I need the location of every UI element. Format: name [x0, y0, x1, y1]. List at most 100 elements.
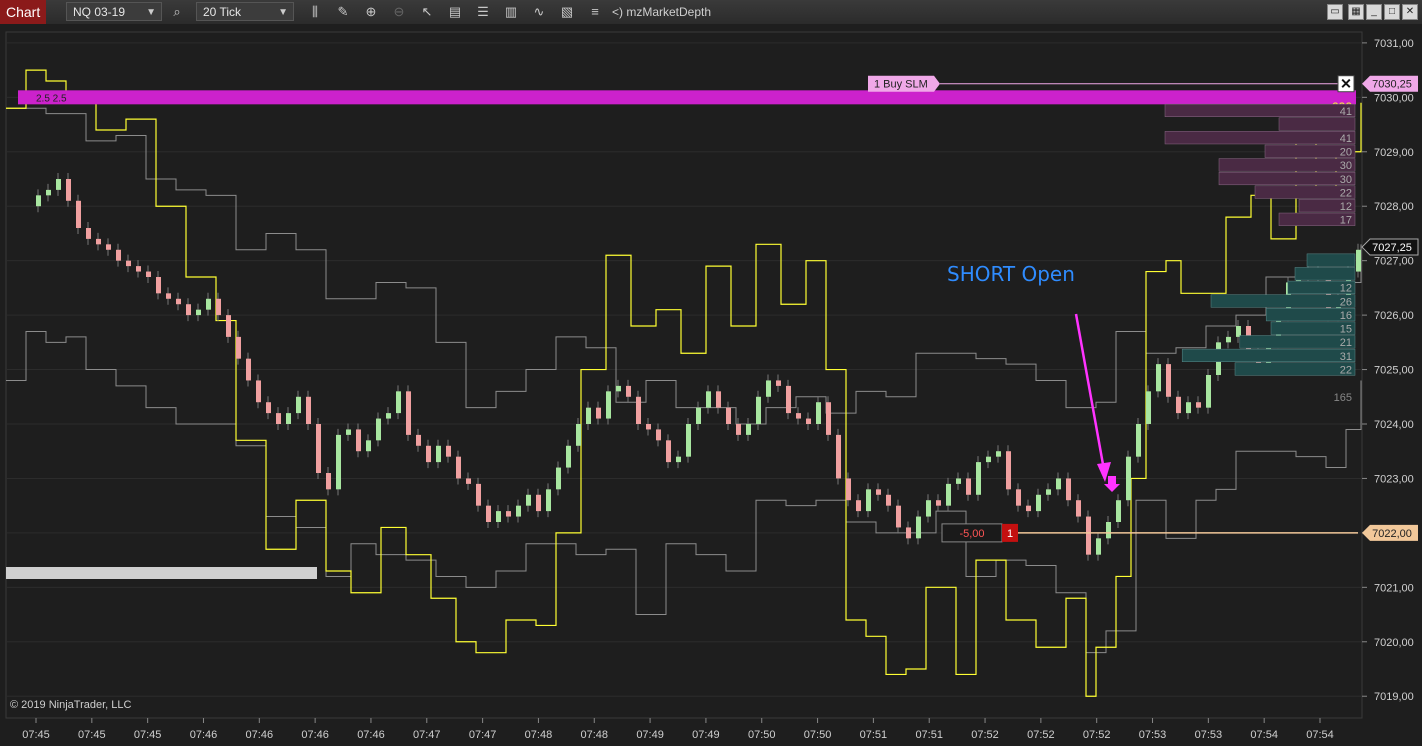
candle-up [196, 309, 201, 316]
candle-down [966, 478, 971, 495]
chart-tab[interactable]: Chart [0, 0, 46, 24]
ask-depth-size: 41 [1340, 106, 1352, 118]
maximize-icon[interactable]: □ [1384, 4, 1400, 20]
bid-depth-size: 12 [1340, 283, 1352, 295]
price-chart[interactable]: 7031,00 7030,00 7029,00 7028,00 7027,00 7026,… [0, 24, 1422, 746]
ask-depth-bar [1218, 171, 1356, 186]
chevron-down-icon: ▼ [146, 7, 156, 18]
minimize-icon[interactable]: _ [1366, 4, 1382, 20]
bid-depth-bar [1239, 335, 1356, 349]
bid-depth-bar [1210, 294, 1356, 308]
ask-depth-size: 41 [1340, 133, 1352, 145]
candle-down [806, 418, 811, 424]
candle-up [286, 413, 291, 424]
x-tick-label: 07:45 [22, 729, 50, 741]
bid-depth-bar [1294, 267, 1356, 281]
window-tile-icon[interactable]: ▭ [1327, 4, 1343, 20]
x-tick-label: 07:46 [357, 729, 385, 741]
candle-up [1146, 391, 1151, 424]
candle-up [376, 418, 381, 441]
zoom-in-icon[interactable]: ⊕ [362, 3, 380, 21]
candle-up [1186, 402, 1191, 414]
candle-up [396, 391, 401, 414]
candle-down [1026, 505, 1031, 512]
candle-up [46, 189, 51, 196]
candle-down [246, 358, 251, 381]
y-tick-label: 7019,00 [1374, 691, 1414, 703]
bar-chart-icon[interactable]: ⫼ [306, 3, 324, 21]
candle-down [1076, 500, 1081, 517]
candle-up [1046, 489, 1051, 495]
candle-up [336, 434, 341, 490]
highlight-band-label: 2.5 2.5 [36, 93, 67, 104]
x-tick-label: 07:46 [190, 729, 218, 741]
list-icon[interactable]: ≡ [586, 3, 604, 21]
bid-depth-size: 26 [1340, 296, 1352, 308]
candle-up [676, 456, 681, 463]
depth-total-label: 165 [1334, 392, 1352, 404]
interval-selector[interactable]: 20 Tick ▼ [196, 2, 294, 21]
templates-icon[interactable]: ▧ [558, 3, 576, 21]
candle-down [316, 424, 321, 473]
pencil-icon[interactable]: ✎ [334, 3, 352, 21]
x-tick-label: 07:49 [636, 729, 664, 741]
candle-up [1056, 478, 1061, 490]
candle-down [156, 277, 161, 294]
properties-icon[interactable]: ☰ [474, 3, 492, 21]
y-tick-label: 7027,00 [1374, 256, 1414, 268]
candle-up [1226, 336, 1231, 343]
x-tick-label: 07:54 [1306, 729, 1334, 741]
candle-down [1066, 478, 1071, 501]
candle-down [356, 429, 361, 452]
candle-down [936, 500, 941, 506]
candle-down [886, 494, 891, 506]
candle-up [816, 402, 821, 424]
candle-down [146, 271, 151, 277]
price-marker-label: 7027,25 [1372, 242, 1412, 254]
price-marker-label: 7030,25 [1372, 79, 1412, 91]
copyright-text: © 2019 NinjaTrader, LLC [10, 699, 132, 711]
candle-down [856, 500, 861, 512]
candle-up [1156, 364, 1161, 392]
candle-up [586, 407, 591, 424]
close-icon: ✕ [1340, 76, 1352, 92]
candle-up [1356, 249, 1361, 272]
candle-down [826, 402, 831, 435]
x-tick-label: 07:48 [525, 729, 553, 741]
candle-down [536, 494, 541, 512]
grid-icon[interactable]: ▦ [1348, 4, 1364, 20]
candle-up [756, 396, 761, 424]
candle-up [696, 407, 701, 424]
candle-down [1196, 402, 1201, 408]
candle-up [986, 456, 991, 463]
x-tick-label: 07:45 [78, 729, 106, 741]
candle-up [706, 391, 711, 408]
strategies-icon[interactable]: ∿ [530, 3, 548, 21]
data-box-icon[interactable]: ▤ [446, 3, 464, 21]
x-tick-label: 07:46 [301, 729, 329, 741]
candle-down [666, 440, 671, 463]
candle-down [66, 179, 71, 201]
indicators-icon[interactable]: ▥ [502, 3, 520, 21]
zoom-out-icon[interactable]: ⊖ [390, 3, 408, 21]
close-icon[interactable]: ✕ [1402, 4, 1418, 20]
search-icon[interactable]: ⌕ [168, 3, 186, 21]
ask-depth-size: 22 [1340, 187, 1352, 199]
instrument-label: NQ 03-19 [73, 5, 126, 19]
candle-up [1106, 522, 1111, 539]
candle-down [276, 413, 281, 424]
candle-up [926, 500, 931, 517]
candle-down [256, 380, 261, 403]
candle-down [1166, 364, 1171, 397]
bid-depth-bar [1181, 348, 1356, 362]
instrument-selector[interactable]: NQ 03-19 ▼ [66, 2, 162, 21]
candle-up [386, 413, 391, 419]
candle-down [466, 478, 471, 484]
pointer-icon[interactable]: ↖ [418, 3, 436, 21]
bid-depth-bar [1306, 253, 1356, 267]
ask-depth-bar [1218, 158, 1356, 172]
candle-up [516, 505, 521, 517]
x-tick-label: 07:50 [748, 729, 776, 741]
x-tick-label: 07:53 [1139, 729, 1167, 741]
candle-down [456, 456, 461, 479]
